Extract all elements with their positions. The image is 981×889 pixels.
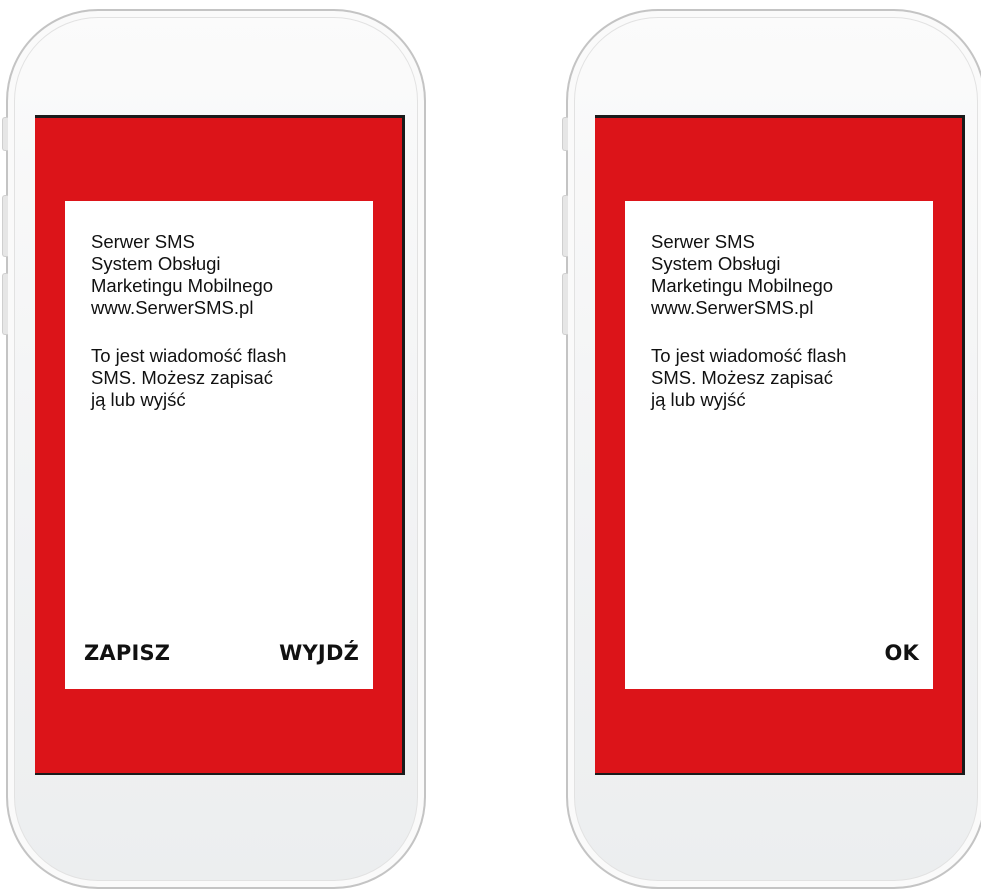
flash-sms-dialog-right: Serwer SMS System Obsługi Marketingu Mob… — [625, 201, 933, 689]
ok-button[interactable]: OK — [884, 641, 919, 665]
save-button[interactable]: ZAPISZ — [84, 641, 170, 665]
message-line: System Obsługi — [651, 253, 781, 274]
side-button-volume-up — [562, 195, 568, 257]
phone-frame-left: Serwer SMS System Obsługi Marketingu Mob… — [2, 9, 426, 889]
message-line: Marketingu Mobilnego — [651, 275, 834, 296]
side-button-mute — [2, 117, 8, 151]
message-line: ją lub wyjść — [651, 389, 746, 410]
phone-screen-right: Serwer SMS System Obsługi Marketingu Mob… — [595, 115, 965, 775]
message-line: Serwer SMS — [651, 231, 755, 252]
side-button-mute — [562, 117, 568, 151]
side-button-volume-down — [2, 273, 8, 335]
side-button-volume-down — [562, 273, 568, 335]
message-line: ją lub wyjść — [91, 389, 186, 410]
side-button-volume-up — [2, 195, 8, 257]
message-line: SMS. Możesz zapisać — [651, 367, 833, 388]
message-line: To jest wiadomość flash — [91, 345, 287, 366]
phone-screen-left: Serwer SMS System Obsługi Marketingu Mob… — [35, 115, 405, 775]
message-line: System Obsługi — [91, 253, 221, 274]
exit-button[interactable]: WYJDŹ — [279, 641, 359, 665]
flash-sms-dialog-left: Serwer SMS System Obsługi Marketingu Mob… — [65, 201, 373, 689]
message-line: Serwer SMS — [91, 231, 195, 252]
phone-frame-right: Serwer SMS System Obsługi Marketingu Mob… — [562, 9, 981, 889]
message-line: www.SerwerSMS.pl — [651, 297, 814, 318]
message-line: SMS. Możesz zapisać — [91, 367, 273, 388]
message-line: www.SerwerSMS.pl — [91, 297, 254, 318]
message-line: Marketingu Mobilnego — [91, 275, 274, 296]
message-line: To jest wiadomość flash — [651, 345, 847, 366]
